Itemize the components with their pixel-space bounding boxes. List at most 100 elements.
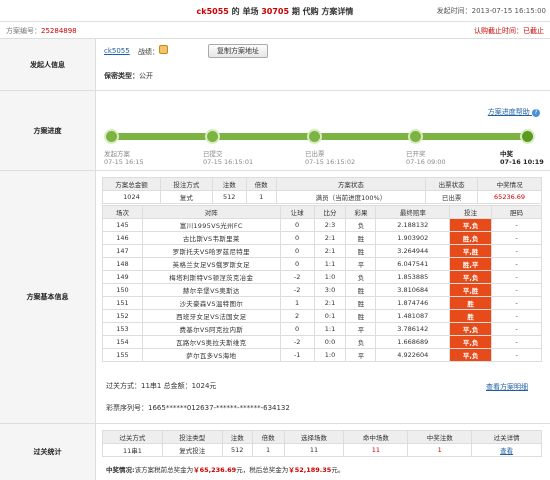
title-user[interactable]: ck5055 [197,7,229,16]
step-4-time: 07-16 09:00 [406,158,446,166]
match-banker: - [491,257,542,271]
progress-node-1 [104,129,119,144]
bet-count: 512 [211,190,247,204]
pass-cell: 复式投注 [161,443,223,457]
multiple: 1 [245,190,277,204]
match-score: 1:1 [313,257,347,271]
match-teams: 瓦路尔VS奥拉夫斯维克 [141,335,281,349]
view-detail-link[interactable]: 查看方案明细 [486,382,528,392]
match-odds: 1.481087 [375,309,451,323]
pass-header: 过关详情 [471,430,542,444]
match-score: 3:0 [313,283,347,297]
match-no: 154 [102,335,143,349]
match-score: 2:1 [313,296,347,310]
match-teams: 西班牙女足VS法国女足 [141,309,281,323]
match-body: 145 富川1995VS光州FC 0 2:3 负 2.188132 平,负 -146 古比斯VS… [102,218,542,362]
match-result: 胜 [345,231,377,245]
pass-cell: 512 [221,443,253,457]
initiator-user-link[interactable]: ck5055 [104,47,130,55]
match-no: 149 [102,270,143,284]
match-header: 最终赔率 [375,205,451,219]
match-handicap: 0 [279,322,315,336]
match-bet: 胜,负 [449,231,493,245]
win-pretax: ￥65,236.69 [193,466,237,474]
match-odds: 1.874746 [375,296,451,310]
win-amount: 65236.69 [477,190,542,204]
match-row: 146 古比斯VS韦斯里莱 0 2:1 胜 1.903902 胜,负 - [102,231,542,245]
pass-section: 过关方式 投注类型 注数 倍数 选择场数 命中场数 中奖注数 过关详情 11串1… [96,424,550,480]
step-1-name: 发起方案 [104,150,130,158]
match-result: 平 [345,348,377,362]
progress-step-2: 已提交 07-15 16:15:01 [203,150,253,166]
bet-method: 复式 [159,190,213,204]
pass-detail-link[interactable]: 查看 [500,447,513,455]
match-handicap: 1 [279,296,315,310]
pass-cell: 11 [343,443,409,457]
step-3-time: 07-15 16:15:02 [305,158,356,166]
match-table: 场次 对阵 让球 比分 彩果 最终赔率 投注 胆码 145 富川1995VS光州F… [102,205,542,362]
match-result: 负 [345,270,377,284]
match-teams: 富川1995VS光州FC [141,218,281,232]
match-score: 0:1 [313,309,347,323]
progress-node-2 [205,129,220,144]
pass-header: 命中场数 [343,430,409,444]
win-label: 中奖情况: [106,466,135,474]
match-handicap: 0 [279,231,315,245]
match-no: 150 [102,283,143,297]
match-banker: - [491,348,542,362]
progress-step-5: 中奖 07-16 10:19 [500,150,544,166]
summary-header: 出票状态 [425,177,479,191]
progress-help-text[interactable]: 方案进度帮助 [488,108,530,116]
basic-section: 方案总金额 投注方式 注数 倍数 方案状态 出票状态 中奖情况 1024 复式 … [96,171,550,424]
match-row: 152 西班牙女足VS法国女足 2 0:1 胜 1.481087 胜 - [102,309,542,323]
match-header: 对阵 [141,205,281,219]
match-score: 2:1 [313,244,347,258]
match-row: 145 富川1995VS光州FC 0 2:3 负 2.188132 平,负 - [102,218,542,232]
match-handicap: -1 [279,348,315,362]
pass-header-row: 过关方式 投注类型 注数 倍数 选择场数 命中场数 中奖注数 过关详情 [102,430,542,444]
progress-section-label: 方案进度 [0,91,96,171]
match-banker: - [491,270,542,284]
progress-node-4 [408,129,423,144]
match-no: 155 [102,348,143,362]
progress-help-link[interactable]: 方案进度帮助 ? [488,107,540,117]
match-bet: 平,负 [449,348,493,362]
progress-step-1: 发起方案 07-15 16:15 [104,150,144,166]
match-header: 彩果 [345,205,377,219]
match-score: 0:0 [313,335,347,349]
match-header: 比分 [313,205,347,219]
match-teams: 英格兰女足VS俄罗斯女足 [141,257,281,271]
pass-cell: 11 [283,443,345,457]
step-2-name: 已提交 [203,150,223,158]
match-odds: 1.853885 [375,270,451,284]
privacy-label: 保密类型： [104,72,139,80]
summary-header: 方案状态 [275,177,427,191]
summary-row: 1024 复式 512 1 满员（当前进度100%） 已出票 65236.69 [102,190,542,204]
pass-row: 11串1 复式投注 512 1 11 11 1 查看 [102,443,542,457]
summary-header: 方案总金额 [102,177,161,191]
match-odds: 4.922604 [375,348,451,362]
match-banker: - [491,309,542,323]
copy-address-button[interactable]: 复制方案地址 [208,44,268,58]
match-result: 负 [345,335,377,349]
progress-section: 方案进度帮助 ? 发起方案 07-15 16:15 已提交 07-15 16:15:… [96,91,550,171]
match-bet: 平,负 [449,322,493,336]
match-header: 胆码 [491,205,542,219]
help-icon[interactable]: ? [532,109,540,117]
pass-header: 中奖注数 [407,430,473,444]
pass-header: 投注类型 [161,430,223,444]
match-handicap: 2 [279,309,315,323]
match-banker: - [491,283,542,297]
privacy-type: 保密类型：公开 [104,71,153,81]
match-odds: 3.810684 [375,283,451,297]
pass-cell: 1 [251,443,285,457]
total-amount: 1024 [102,190,161,204]
match-score: 1:0 [313,348,347,362]
match-handicap: 0 [279,257,315,271]
ticket-serial: 彩票序列号：1665******012637-******-******-634… [106,404,290,412]
sub-header: 方案编号：25284898 认购截止时间：已截止 [0,22,550,39]
match-odds: 1.903902 [375,231,451,245]
ticket-status: 已出票 [425,190,479,204]
pass-method: 过关方式：11串1 总金额：1024元 [106,382,217,390]
match-score: 2:1 [313,231,347,245]
